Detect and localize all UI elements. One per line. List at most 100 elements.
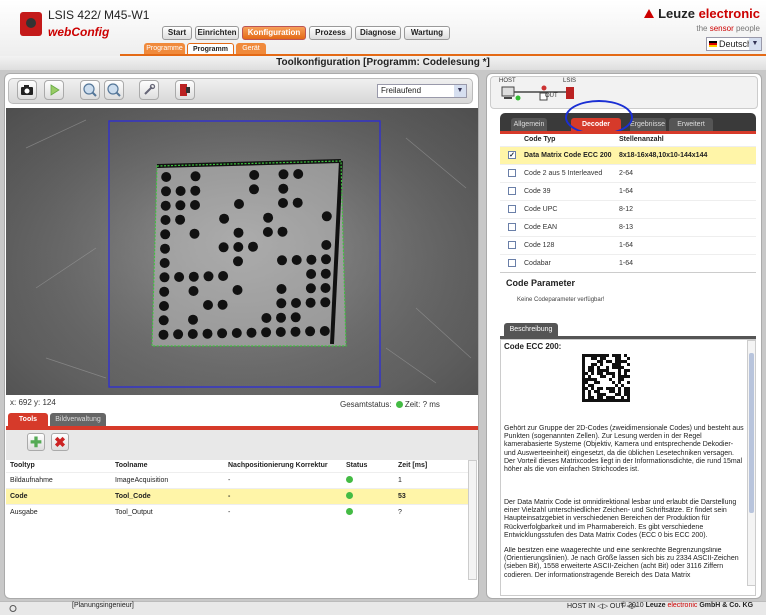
matrix-module	[582, 357, 585, 360]
matrix-module	[615, 399, 618, 402]
cell-checkbox: ✓	[500, 145, 524, 164]
matrix-module	[615, 393, 618, 396]
code-type-row[interactable]: Code 39 1-64	[500, 181, 756, 200]
code-cell	[188, 271, 199, 282]
col-tooltyp: Tooltyp	[6, 460, 111, 472]
tab-tools[interactable]: Tools	[8, 413, 48, 426]
matrix-module	[609, 396, 612, 399]
code-cell	[233, 227, 244, 238]
trigger-mode-select[interactable]: Freilaufend ▼	[377, 84, 467, 98]
description-title: Code ECC 200:	[504, 342, 562, 351]
code-cell	[173, 329, 184, 340]
code-cell	[232, 285, 243, 295]
code-cell	[231, 328, 242, 338]
matrix-module	[606, 366, 609, 369]
checkbox[interactable]	[508, 258, 516, 267]
code-type-row[interactable]: Codabar 1-64	[500, 253, 756, 272]
matrix-module	[597, 360, 600, 363]
nav-tab-wartung[interactable]: Wartung	[404, 26, 450, 40]
col-checkbox	[500, 134, 524, 146]
checkbox[interactable]	[508, 240, 516, 249]
code-type-row[interactable]: Code EAN 8-13	[500, 217, 756, 236]
matrix-module	[624, 354, 627, 357]
code-cell	[263, 212, 274, 223]
matrix-module	[600, 369, 603, 372]
matrix-module	[615, 357, 618, 360]
checkbox[interactable]	[508, 186, 516, 195]
table-row[interactable]: Bildaufnahme ImageAcquisition - 1	[6, 471, 468, 488]
nav-tab-diagnose[interactable]: Diagnose	[355, 26, 401, 40]
checkbox[interactable]	[508, 222, 516, 231]
matrix-module	[594, 363, 597, 366]
zoom-in-button[interactable]	[80, 80, 100, 100]
checkbox[interactable]	[508, 168, 516, 177]
tab-beschreibung[interactable]: Beschreibung	[504, 323, 558, 336]
cell-code-length: 2-64	[619, 163, 756, 182]
code-type-row[interactable]: ✓ Data Matrix Code ECC 200 8x18-16x48,10x1…	[500, 145, 756, 164]
refresh-icon[interactable]	[8, 604, 18, 613]
code-cell	[217, 299, 228, 310]
description-scrollbar[interactable]	[747, 340, 756, 586]
scrollbar-thumb[interactable]	[749, 353, 754, 513]
table-row-selected[interactable]: Code Tool_Code - 53	[6, 487, 468, 504]
matrix-module	[582, 354, 585, 357]
nav-tab-prozess[interactable]: Prozess	[309, 26, 352, 40]
delete-tool-button[interactable]: ✖	[51, 433, 69, 451]
cell-zeit: 1	[394, 471, 468, 488]
matrix-module	[600, 375, 603, 378]
matrix-module	[591, 372, 594, 375]
code-type-row[interactable]: Code UPC 8-12	[500, 199, 756, 218]
matrix-module	[612, 375, 615, 378]
play-button[interactable]	[44, 80, 64, 100]
matrix-module	[582, 381, 585, 384]
matrix-module	[609, 387, 612, 390]
matrix-module	[609, 378, 612, 381]
checkbox-checked[interactable]: ✓	[508, 151, 516, 159]
add-tool-button[interactable]: ✚	[27, 433, 45, 451]
camera-image[interactable]	[6, 108, 478, 395]
matrix-module	[594, 390, 597, 393]
code-cell	[160, 200, 171, 211]
code-cell	[190, 185, 201, 196]
language-select[interactable]: Deutsch ▼	[706, 37, 762, 51]
checkbox[interactable]	[508, 204, 516, 213]
cell-code-name: Codabar	[524, 253, 619, 272]
matrix-module	[624, 393, 627, 396]
camera-button[interactable]	[17, 80, 37, 100]
matrix-module	[624, 387, 627, 390]
tab-bildverwaltung[interactable]: Bildverwaltung	[50, 413, 106, 426]
table-row[interactable]: Ausgabe Tool_Output - ?	[6, 503, 468, 520]
code-type-row[interactable]: Code 2 aus 5 Interleaved 2-64	[500, 163, 756, 182]
matrix-module	[606, 369, 609, 372]
code-cell	[159, 272, 170, 283]
code-cell	[217, 328, 228, 339]
code-cell	[277, 226, 288, 237]
code-cell	[160, 243, 170, 254]
nav-tab-konfiguration[interactable]: Konfiguration	[242, 26, 306, 40]
code-cell	[276, 298, 287, 309]
cell-code-length: 1-64	[619, 235, 756, 254]
matrix-module	[600, 360, 603, 363]
tools-scrollbar[interactable]	[468, 460, 477, 580]
matrix-module	[591, 369, 594, 372]
code-cell	[320, 283, 331, 293]
code-type-row[interactable]: Code 128 1-64	[500, 235, 756, 254]
tab-erweitert[interactable]: Erweitert	[669, 118, 713, 131]
nav-tab-start[interactable]: Start	[162, 26, 192, 40]
matrix-module	[603, 354, 606, 357]
matrix-module	[621, 378, 624, 381]
matrix-module	[618, 366, 621, 369]
code-cell	[233, 256, 243, 267]
nav-tab-einrichten[interactable]: Einrichten	[195, 26, 239, 40]
matrix-module	[627, 390, 630, 393]
tool-settings-button[interactable]	[139, 80, 159, 100]
matrix-module	[624, 372, 627, 375]
matrix-module	[591, 396, 594, 399]
tab-allgemein[interactable]: Allgemein	[511, 118, 547, 131]
col-code-typ: Code Typ	[524, 134, 619, 146]
tab-ergebnisse[interactable]: Ergebnisse	[630, 118, 666, 131]
matrix-module	[588, 354, 591, 357]
zoom-out-button[interactable]	[104, 80, 124, 100]
user-role: [Planungsingenieur]	[72, 602, 134, 609]
device-button[interactable]	[175, 80, 195, 100]
